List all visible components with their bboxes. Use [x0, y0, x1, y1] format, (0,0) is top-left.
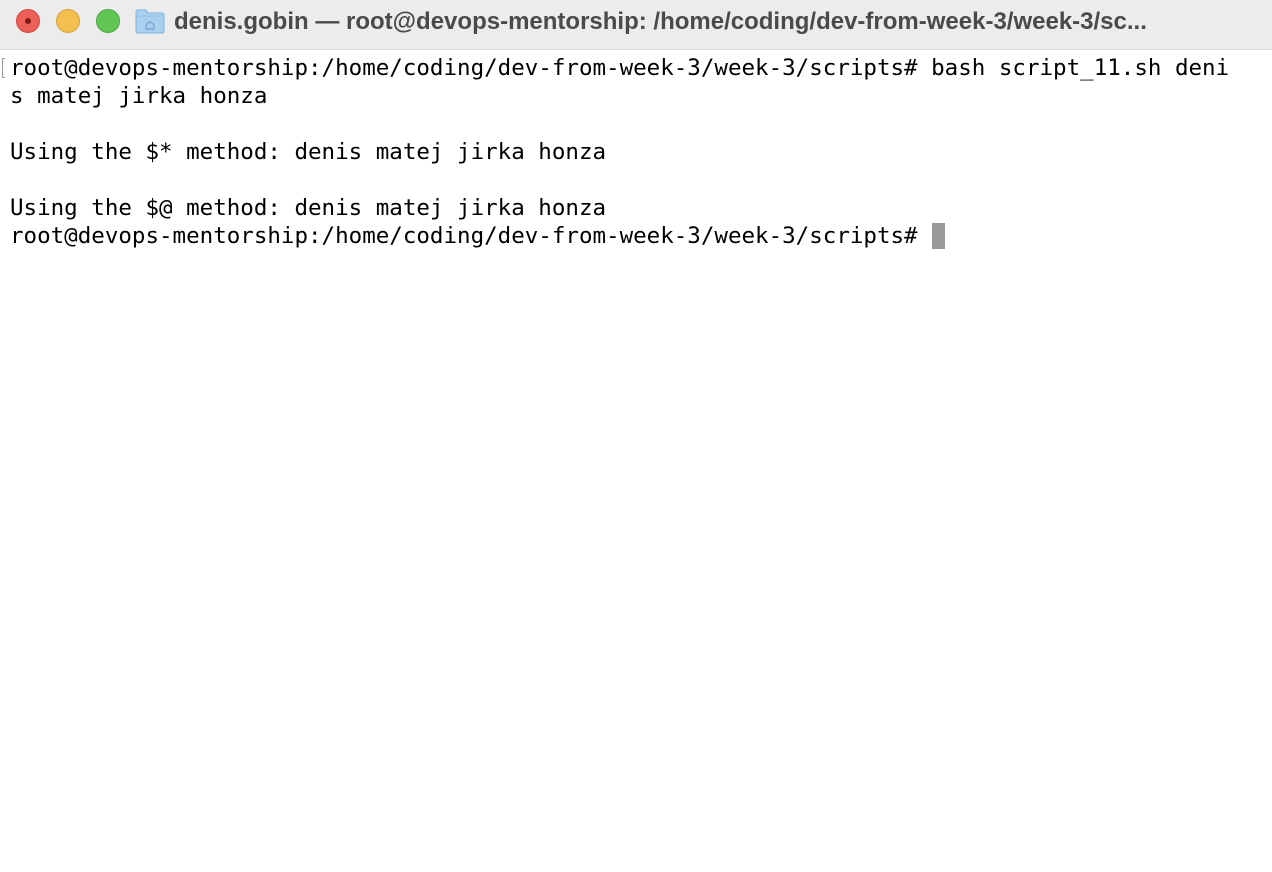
terminal-output[interactable]: root@devops-mentorship:/home/coding/dev-…	[0, 54, 1272, 872]
terminal-line: s matej jirka honza	[10, 83, 268, 109]
cursor-icon	[932, 223, 946, 249]
terminal-window: denis.gobin — root@devops-mentorship: /h…	[0, 0, 1272, 872]
maximize-icon[interactable]	[96, 9, 120, 33]
home-folder-icon	[135, 9, 165, 34]
terminal-line: Using the $* method: denis matej jirka h…	[10, 139, 607, 165]
terminal-line: root@devops-mentorship:/home/coding/dev-…	[10, 55, 1230, 81]
terminal-line: Using the $@ method: denis matej jirka h…	[10, 195, 607, 221]
close-icon[interactable]	[16, 9, 40, 33]
shell-prompt: root@devops-mentorship:/home/coding/dev-…	[10, 223, 932, 249]
minimize-icon[interactable]	[56, 9, 80, 33]
prompt-line[interactable]: root@devops-mentorship:/home/coding/dev-…	[10, 222, 1272, 250]
window-title: denis.gobin — root@devops-mentorship: /h…	[174, 8, 1147, 35]
title-bar[interactable]: denis.gobin — root@devops-mentorship: /h…	[0, 0, 1272, 50]
close-dot-icon	[25, 18, 31, 24]
